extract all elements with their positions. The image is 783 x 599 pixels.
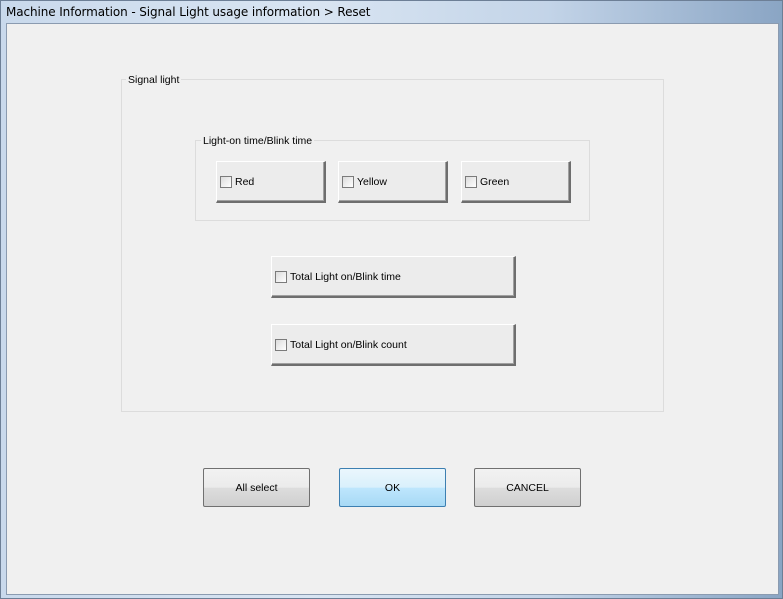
light-on-blink-time-group-label: Light-on time/Blink time (201, 135, 315, 147)
yellow-checkbox-box[interactable] (342, 175, 354, 188)
total-count-checkbox-label: Total Light on/Blink count (290, 338, 407, 351)
all-select-button[interactable]: All select (203, 468, 310, 507)
total-count-checkbox-box[interactable] (275, 338, 287, 351)
red-checkbox-box[interactable] (220, 175, 232, 188)
signal-light-group-label: Signal light (126, 74, 182, 86)
yellow-checkbox[interactable]: Yellow (338, 161, 448, 203)
yellow-checkbox-label: Yellow (357, 175, 387, 188)
red-checkbox[interactable]: Red (216, 161, 326, 203)
total-time-checkbox-box[interactable] (275, 270, 287, 283)
cancel-button[interactable]: CANCEL (474, 468, 581, 507)
green-checkbox-box[interactable] (465, 175, 477, 188)
window-title: Machine Information - Signal Light usage… (6, 5, 371, 19)
dialog-content: Signal light Light-on time/Blink time Re… (6, 23, 779, 595)
green-checkbox[interactable]: Green (461, 161, 571, 203)
ok-button[interactable]: OK (339, 468, 446, 507)
total-time-checkbox-label: Total Light on/Blink time (290, 270, 401, 283)
green-checkbox-label: Green (480, 175, 510, 188)
red-checkbox-label: Red (235, 175, 255, 188)
signal-light-group: Signal light Light-on time/Blink time Re… (121, 74, 664, 412)
light-on-blink-time-group: Light-on time/Blink time Red Yellow Gree… (195, 135, 590, 221)
total-light-on-blink-count-checkbox[interactable]: Total Light on/Blink count (271, 324, 516, 366)
total-light-on-blink-time-checkbox[interactable]: Total Light on/Blink time (271, 256, 516, 298)
title-bar[interactable]: Machine Information - Signal Light usage… (1, 1, 782, 23)
dialog-window: Machine Information - Signal Light usage… (0, 0, 783, 599)
